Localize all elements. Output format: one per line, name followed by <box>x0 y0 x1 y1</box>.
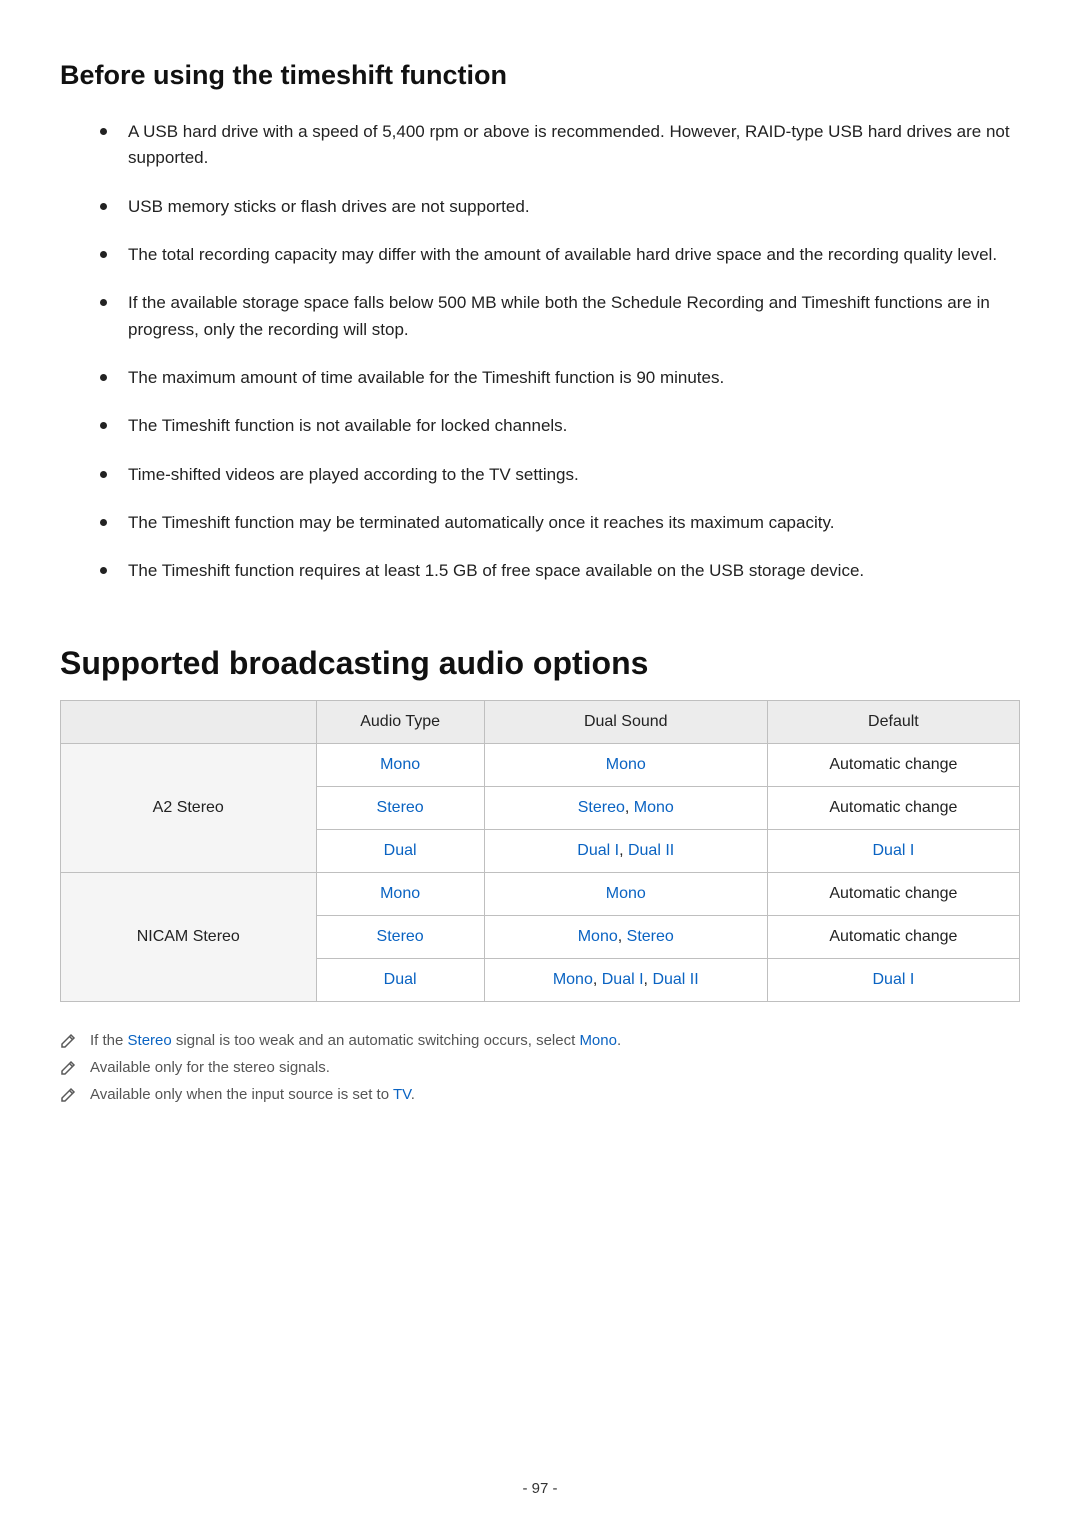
footnote-row: Available only for the stereo signals. <box>60 1059 1020 1076</box>
link-text: Mono <box>380 756 420 773</box>
plain-text: Automatic change <box>829 885 957 902</box>
audio-type-cell: Dual <box>316 829 484 872</box>
list-item: The Timeshift function requires at least… <box>100 558 1020 584</box>
link-text: Dual II <box>652 971 698 988</box>
plain-text: Available only for the stereo signals. <box>90 1059 330 1076</box>
link-text: Dual I <box>873 842 915 859</box>
list-item: USB memory sticks or flash drives are no… <box>100 194 1020 220</box>
footnote-text: Available only for the stereo signals. <box>90 1059 330 1076</box>
footnotes: If the Stereo signal is too weak and an … <box>60 1032 1020 1103</box>
list-item: The maximum amount of time available for… <box>100 365 1020 391</box>
audio-type-cell: Stereo <box>316 915 484 958</box>
plain-text: . <box>617 1032 621 1049</box>
pencil-icon <box>60 1087 76 1103</box>
audio-type-cell: Dual <box>316 958 484 1001</box>
pencil-icon <box>60 1060 76 1076</box>
link-text: Mono <box>579 1032 617 1049</box>
list-item: Time-shifted videos are played according… <box>100 462 1020 488</box>
pencil-icon <box>60 1033 76 1049</box>
link-text: Stereo <box>578 799 625 816</box>
dual-sound-cell: Mono, Stereo <box>484 915 767 958</box>
column-header: Dual Sound <box>484 700 767 743</box>
plain-text: . <box>411 1086 415 1103</box>
section-heading-audio: Supported broadcasting audio options <box>60 645 1020 682</box>
link-text: Mono <box>606 885 646 902</box>
link-text: Mono <box>606 756 646 773</box>
plain-text: Available only when the input source is … <box>90 1086 393 1103</box>
link-text: Dual I <box>602 971 644 988</box>
table-row: A2 StereoMonoMonoAutomatic change <box>61 743 1020 786</box>
plain-text: If the <box>90 1032 128 1049</box>
default-cell: Automatic change <box>767 786 1019 829</box>
link-text: Dual I <box>873 971 915 988</box>
footnote-row: If the Stereo signal is too weak and an … <box>60 1032 1020 1049</box>
default-cell: Automatic change <box>767 915 1019 958</box>
link-text: Stereo <box>128 1032 172 1049</box>
link-text: Dual I <box>577 842 619 859</box>
link-text: Stereo <box>627 928 674 945</box>
link-text: Mono <box>578 928 618 945</box>
link-text: Mono <box>634 799 674 816</box>
default-cell: Automatic change <box>767 872 1019 915</box>
plain-text: , <box>625 799 634 816</box>
link-text: Dual II <box>628 842 674 859</box>
link-text: Mono <box>553 971 593 988</box>
link-text: Stereo <box>377 799 424 816</box>
plain-text: signal is too weak and an automatic swit… <box>172 1032 580 1049</box>
dual-sound-cell: Mono <box>484 872 767 915</box>
plain-text: Automatic change <box>829 756 957 773</box>
default-cell: Dual I <box>767 829 1019 872</box>
column-header: Audio Type <box>316 700 484 743</box>
plain-text: Automatic change <box>829 928 957 945</box>
plain-text: Automatic change <box>829 799 957 816</box>
plain-text: , <box>619 842 628 859</box>
row-group-label: NICAM Stereo <box>61 872 317 1001</box>
table-row: NICAM StereoMonoMonoAutomatic change <box>61 872 1020 915</box>
table-corner-cell <box>61 700 317 743</box>
link-text: TV <box>393 1086 411 1103</box>
dual-sound-cell: Stereo, Mono <box>484 786 767 829</box>
plain-text: , <box>593 971 602 988</box>
list-item: A USB hard drive with a speed of 5,400 r… <box>100 119 1020 172</box>
footnote-text: Available only when the input source is … <box>90 1086 415 1103</box>
column-header: Default <box>767 700 1019 743</box>
audio-type-cell: Stereo <box>316 786 484 829</box>
default-cell: Dual I <box>767 958 1019 1001</box>
link-text: Dual <box>384 842 417 859</box>
row-group-label: A2 Stereo <box>61 743 317 872</box>
link-text: Mono <box>380 885 420 902</box>
list-item: The Timeshift function is not available … <box>100 413 1020 439</box>
timeshift-bullet-list: A USB hard drive with a speed of 5,400 r… <box>100 119 1020 585</box>
audio-type-cell: Mono <box>316 872 484 915</box>
default-cell: Automatic change <box>767 743 1019 786</box>
list-item: The total recording capacity may differ … <box>100 242 1020 268</box>
footnote-row: Available only when the input source is … <box>60 1086 1020 1103</box>
table-header-row: Audio Type Dual Sound Default <box>61 700 1020 743</box>
dual-sound-cell: Mono, Dual I, Dual II <box>484 958 767 1001</box>
list-item: The Timeshift function may be terminated… <box>100 510 1020 536</box>
document-page: Before using the timeshift function A US… <box>0 0 1080 1527</box>
dual-sound-cell: Mono <box>484 743 767 786</box>
link-text: Dual <box>384 971 417 988</box>
list-item: If the available storage space falls bel… <box>100 290 1020 343</box>
audio-options-table: Audio Type Dual Sound Default A2 Stereo M… <box>60 700 1020 1002</box>
section-heading-timeshift: Before using the timeshift function <box>60 60 1020 91</box>
link-text: Stereo <box>377 928 424 945</box>
audio-type-cell: Mono <box>316 743 484 786</box>
dual-sound-cell: Dual I, Dual II <box>484 829 767 872</box>
page-number: - 97 - <box>0 1480 1080 1497</box>
plain-text: , <box>618 928 627 945</box>
footnote-text: If the Stereo signal is too weak and an … <box>90 1032 621 1049</box>
